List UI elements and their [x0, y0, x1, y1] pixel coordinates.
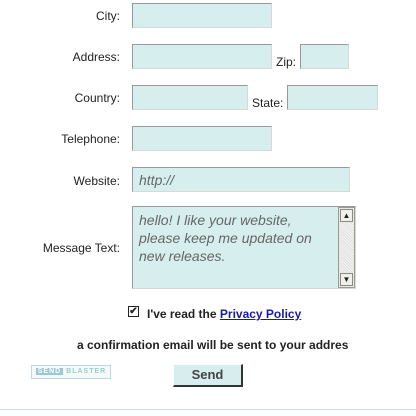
- sendblaster-logo: SEND BLASTER: [31, 365, 111, 379]
- privacy-checkbox[interactable]: ✔: [128, 306, 139, 317]
- privacy-policy-link[interactable]: Privacy Policy: [220, 307, 301, 321]
- city-label: City:: [96, 9, 120, 23]
- confirmation-text: a confirmation email will be sent to you…: [77, 338, 349, 352]
- consent-prefix: I've read the: [147, 307, 220, 321]
- scroll-down-icon[interactable]: ▼: [340, 273, 353, 286]
- website-input[interactable]: [132, 167, 350, 192]
- bottom-divider: [0, 409, 416, 410]
- logo-word: BLASTER: [66, 368, 107, 375]
- message-scrollbar[interactable]: ▲ ▼: [338, 207, 355, 288]
- telephone-label: Telephone:: [61, 132, 120, 146]
- send-button[interactable]: Send: [173, 364, 243, 387]
- country-input[interactable]: [132, 85, 248, 110]
- city-input[interactable]: [132, 3, 272, 28]
- address-label: Address:: [72, 50, 120, 64]
- address-input[interactable]: [132, 44, 272, 69]
- consent-text: I've read the Privacy Policy: [147, 307, 301, 321]
- state-label: State:: [252, 96, 284, 110]
- message-label: Message Text:: [42, 241, 120, 255]
- message-textarea[interactable]: [132, 206, 356, 289]
- scroll-track[interactable]: [340, 223, 353, 272]
- telephone-input[interactable]: [132, 126, 272, 151]
- zip-label: Zip:: [276, 55, 297, 69]
- zip-input[interactable]: [300, 44, 349, 69]
- country-label: Country:: [74, 91, 120, 105]
- logo-accent: SEND: [35, 368, 64, 375]
- state-input[interactable]: [287, 85, 378, 110]
- website-label: Website:: [73, 174, 120, 188]
- scroll-up-icon[interactable]: ▲: [340, 209, 353, 222]
